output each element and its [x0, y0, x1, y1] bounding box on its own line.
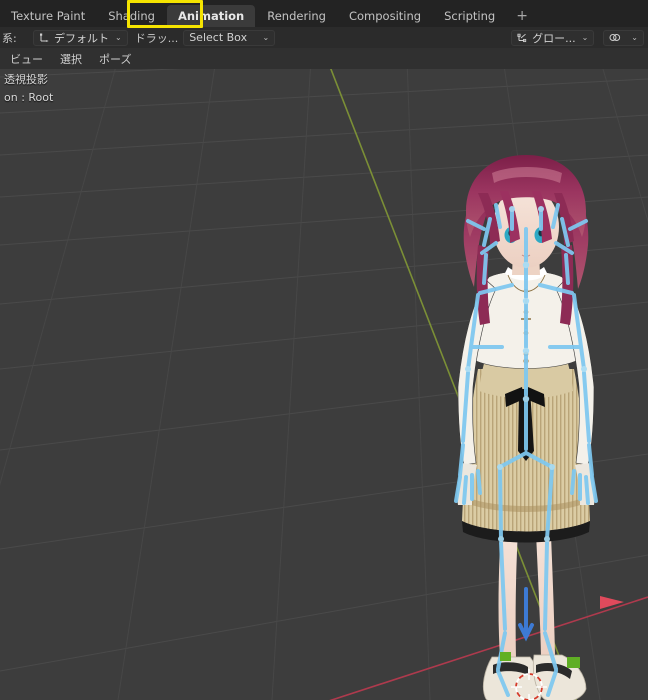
tool-settings-header: 系: デフォルト ⌄ ドラッ... Select Box ⌄ グロー... ⌄ …	[0, 27, 648, 48]
chevron-down-icon: ⌄	[631, 33, 638, 42]
viewport-menu-bar: ビュー 選択 ポーズ	[0, 48, 648, 69]
workspace-tab-shading[interactable]: Shading	[97, 5, 166, 27]
snapping-dropdown[interactable]: グロー... ⌄	[511, 29, 595, 46]
orientation-icon	[39, 32, 50, 43]
proportional-editing-dropdown[interactable]: ⌄	[603, 29, 644, 46]
drag-action-value: Select Box	[189, 31, 248, 44]
chevron-down-icon: ⌄	[262, 33, 270, 42]
transform-orientation-value: デフォルト	[54, 31, 109, 45]
proportional-editing-icon	[609, 32, 621, 43]
chevron-down-icon: ⌄	[581, 33, 589, 42]
snapping-value: グロー...	[532, 31, 576, 45]
workspace-tab-animation[interactable]: Animation	[166, 5, 256, 27]
mode-label: 系:	[2, 31, 17, 45]
menu-item-view[interactable]: ビュー	[3, 49, 50, 69]
workspace-tab-compositing[interactable]: Compositing	[338, 5, 432, 27]
chevron-down-icon: ⌄	[115, 33, 122, 42]
menu-item-pose[interactable]: ポーズ	[92, 49, 138, 69]
workspace-tab-texture-paint[interactable]: Texture Paint	[0, 5, 96, 27]
add-workspace-button[interactable]: +	[507, 5, 537, 27]
menu-item-select[interactable]: 選択	[53, 49, 89, 69]
viewport-3d[interactable]: 透視投影 on : Root	[0, 69, 648, 700]
drag-action-dropdown[interactable]: Select Box ⌄	[183, 29, 276, 46]
blender-window: Texture Paint Shading Animation Renderin…	[0, 0, 648, 700]
viewport-grid-and-gizmos	[0, 69, 648, 700]
snap-magnet-icon	[517, 32, 528, 43]
workspace-tab-scripting[interactable]: Scripting	[433, 5, 506, 27]
transform-orientation-dropdown[interactable]: デフォルト ⌄	[33, 29, 128, 46]
workspace-tab-rendering[interactable]: Rendering	[256, 5, 337, 27]
workspace-tab-bar: Texture Paint Shading Animation Renderin…	[0, 0, 648, 27]
drag-label: ドラッ...	[134, 31, 179, 45]
